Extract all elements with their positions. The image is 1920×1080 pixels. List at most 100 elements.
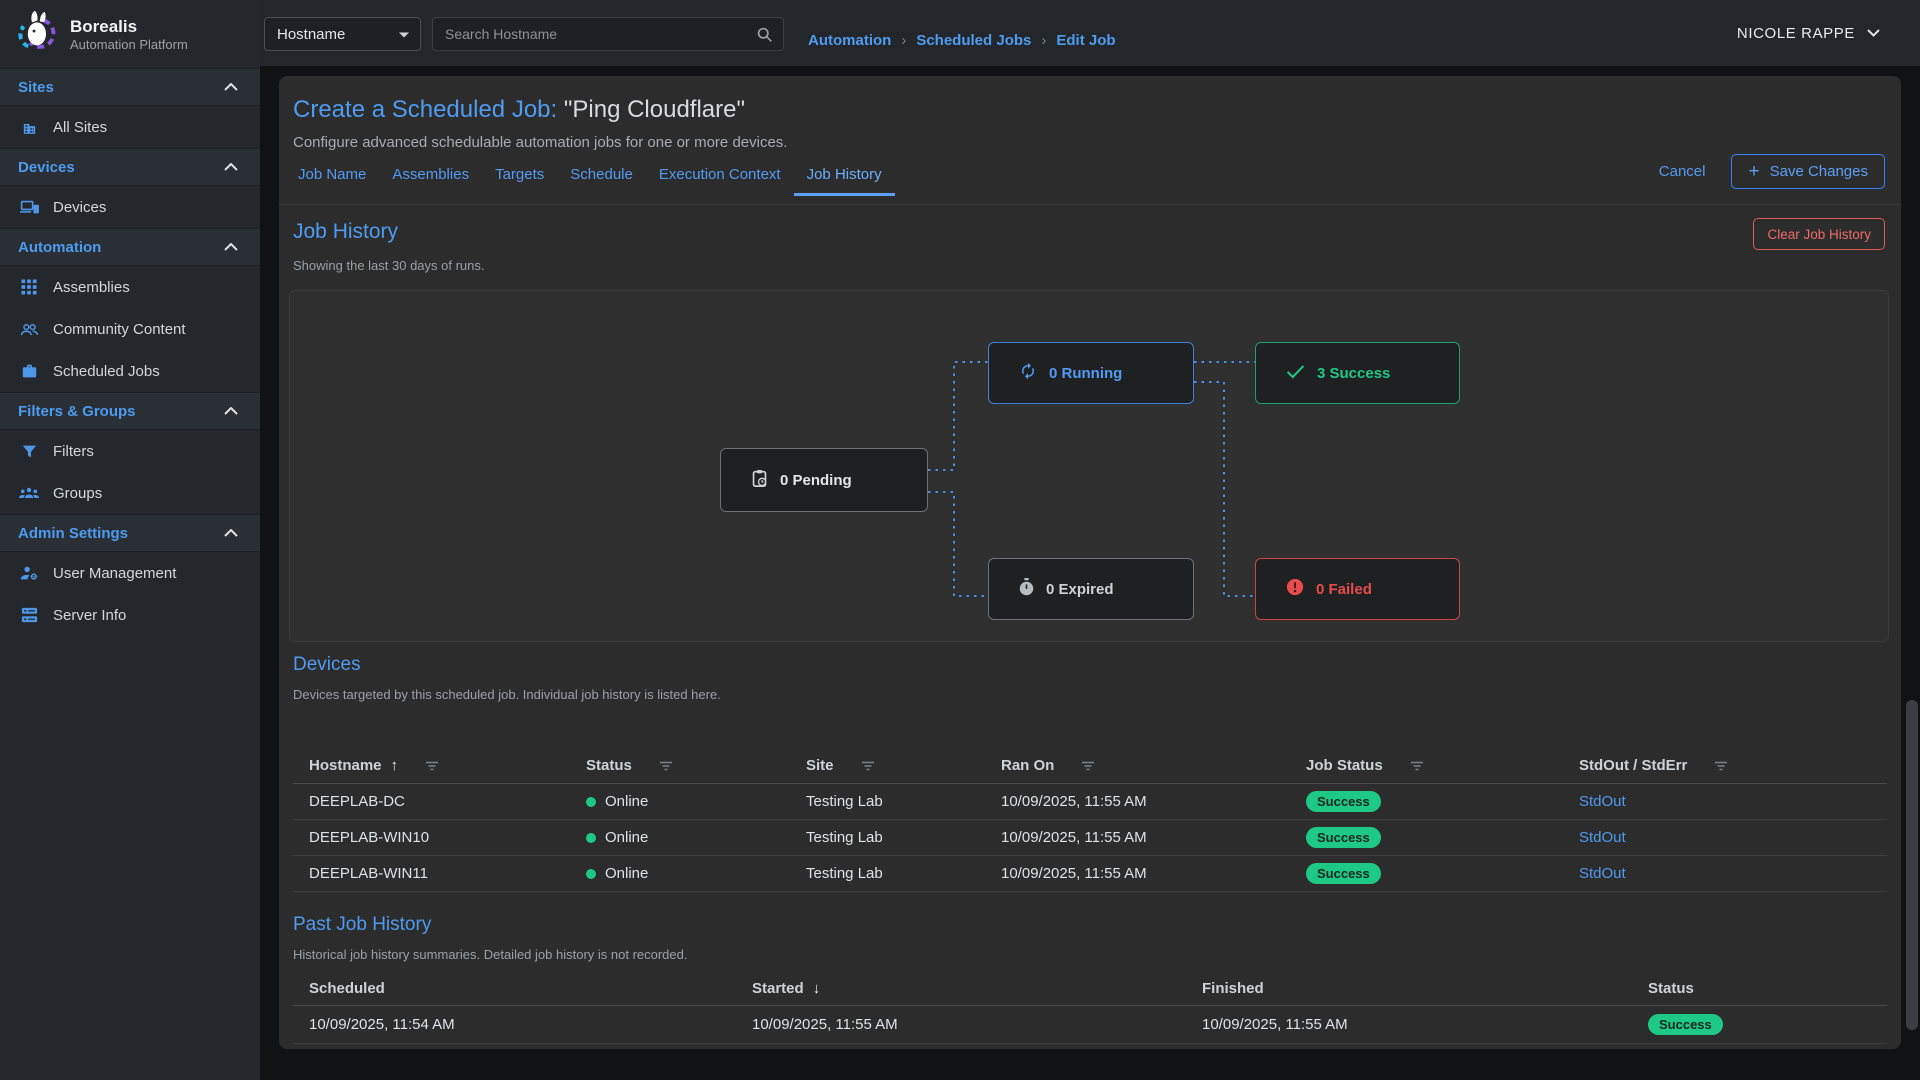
hostname-cell: DEEPLAB-DC [293, 793, 570, 810]
past-table-header: Scheduled Started ↓ Finished Status [293, 972, 1887, 1006]
devices-table: Hostname ↑ Status Site Ran On Job [293, 748, 1887, 892]
sidebar-item-label: Server Info [53, 607, 126, 624]
filter-icon[interactable] [861, 761, 875, 771]
sidebar-section-sites[interactable]: Sites [0, 68, 260, 106]
filter-icon[interactable] [1081, 761, 1095, 771]
breadcrumb-scheduled-jobs[interactable]: Scheduled Jobs [916, 32, 1031, 49]
stdout-link[interactable]: StdOut [1579, 793, 1626, 810]
tab-schedule[interactable]: Schedule [557, 160, 646, 196]
section-label: Admin Settings [18, 525, 128, 542]
table-row[interactable]: DEEPLAB-WIN10 Online Testing Lab 10/09/2… [293, 820, 1887, 856]
column-header-status[interactable]: Status [570, 757, 790, 774]
tab-job-name[interactable]: Job Name [285, 160, 379, 196]
cancel-button[interactable]: Cancel [1659, 163, 1706, 180]
sidebar-item-devices[interactable]: Devices [0, 186, 260, 228]
filter-icon[interactable] [1714, 761, 1728, 771]
flow-node-pending[interactable]: 0 Pending [720, 448, 928, 512]
sidebar-section-automation[interactable]: Automation [0, 228, 260, 266]
table-row[interactable]: DEEPLAB-WIN11 Online Testing Lab 10/09/2… [293, 856, 1887, 892]
breadcrumb: Automation › Scheduled Jobs › Edit Job [808, 0, 1116, 66]
page-title: Create a Scheduled Job: "Ping Cloudflare… [293, 96, 745, 124]
flow-node-expired[interactable]: 0 Expired [988, 558, 1194, 620]
column-header-ran-on[interactable]: Ran On [985, 757, 1290, 774]
column-header-hostname[interactable]: Hostname ↑ [293, 757, 570, 774]
job-status-cell: Success [1290, 791, 1563, 812]
column-label: Finished [1202, 980, 1264, 997]
sidebar-item-server-info[interactable]: Server Info [0, 594, 260, 636]
caret-down-icon [398, 26, 410, 43]
stdout-link[interactable]: StdOut [1579, 865, 1626, 882]
hostname-cell: DEEPLAB-WIN11 [293, 865, 570, 882]
sidebar-section-devices[interactable]: Devices [0, 148, 260, 186]
tab-bar: Job Name Assemblies Targets Schedule Exe… [285, 160, 895, 196]
flow-running-label: 0 Running [1049, 365, 1122, 382]
clear-job-history-button[interactable]: Clear Job History [1753, 218, 1885, 250]
tab-assemblies[interactable]: Assemblies [379, 160, 482, 196]
sidebar-item-label: All Sites [53, 119, 107, 136]
chevron-up-icon [224, 238, 238, 256]
flow-node-success[interactable]: 3 Success [1255, 342, 1460, 404]
sidebar-item-label: User Management [53, 565, 176, 582]
pending-clipboard-icon [751, 469, 768, 492]
online-dot-icon [586, 797, 596, 807]
column-header-scheduled[interactable]: Scheduled [293, 980, 736, 997]
filter-icon[interactable] [425, 761, 439, 771]
tab-targets[interactable]: Targets [482, 160, 557, 196]
sort-desc-icon[interactable]: ↓ [813, 980, 821, 997]
save-changes-button[interactable]: + Save Changes [1731, 154, 1885, 189]
job-status-flow-diagram: 0 Pending 0 Running 3 Success 0 Expired [289, 290, 1889, 642]
scheduled-cell: 10/09/2025, 11:54 AM [293, 1016, 736, 1033]
search-icon[interactable] [756, 26, 773, 43]
tab-job-history[interactable]: Job History [794, 160, 895, 196]
sort-asc-icon[interactable]: ↑ [391, 757, 399, 774]
form-actions: Cancel + Save Changes [1659, 154, 1885, 189]
sidebar-section-filters-groups[interactable]: Filters & Groups [0, 392, 260, 430]
flow-node-failed[interactable]: 0 Failed [1255, 558, 1460, 620]
devices-table-header: Hostname ↑ Status Site Ran On Job [293, 748, 1887, 784]
online-dot-icon [586, 833, 596, 843]
column-header-status[interactable]: Status [1632, 980, 1887, 997]
ran-on-cell: 10/09/2025, 11:55 AM [985, 865, 1290, 882]
content-card: Create a Scheduled Job: "Ping Cloudflare… [279, 76, 1901, 1049]
hostname-select[interactable]: Hostname [264, 17, 421, 51]
status-badge: Success [1306, 827, 1381, 848]
column-header-stdout-stderr[interactable]: StdOut / StdErr [1563, 757, 1887, 774]
filter-icon[interactable] [1410, 761, 1424, 771]
started-cell: 10/09/2025, 11:55 AM [736, 1016, 1186, 1033]
failed-exclamation-icon [1286, 578, 1304, 600]
column-label: Started [752, 980, 804, 997]
chevron-up-icon [224, 402, 238, 420]
breadcrumb-automation[interactable]: Automation [808, 32, 891, 49]
sidebar-item-all-sites[interactable]: All Sites [0, 106, 260, 148]
plus-icon: + [1748, 164, 1759, 179]
sidebar-item-community-content[interactable]: Community Content [0, 308, 260, 350]
flow-failed-label: 0 Failed [1316, 581, 1372, 598]
stdout-link[interactable]: StdOut [1579, 829, 1626, 846]
column-header-site[interactable]: Site [790, 757, 985, 774]
filter-icon[interactable] [659, 761, 673, 771]
breadcrumb-edit-job[interactable]: Edit Job [1056, 32, 1115, 49]
column-header-finished[interactable]: Finished [1186, 980, 1632, 997]
sidebar-item-user-management[interactable]: User Management [0, 552, 260, 594]
sidebar-item-scheduled-jobs[interactable]: Scheduled Jobs [0, 350, 260, 392]
stdout-cell: StdOut [1563, 793, 1887, 810]
tab-execution-context[interactable]: Execution Context [646, 160, 794, 196]
search-input[interactable] [433, 26, 756, 42]
sidebar-item-groups[interactable]: Groups [0, 472, 260, 514]
page-scrollbar[interactable] [1906, 700, 1918, 1030]
table-row[interactable]: DEEPLAB-DC Online Testing Lab 10/09/2025… [293, 784, 1887, 820]
chevron-up-icon [224, 524, 238, 542]
column-label: Status [1648, 980, 1694, 997]
sidebar-item-filters[interactable]: Filters [0, 430, 260, 472]
sidebar-section-admin-settings[interactable]: Admin Settings [0, 514, 260, 552]
flow-node-running[interactable]: 0 Running [988, 342, 1194, 404]
column-header-job-status[interactable]: Job Status [1290, 757, 1563, 774]
stdout-cell: StdOut [1563, 829, 1887, 846]
table-row[interactable]: 10/09/2025, 11:54 AM 10/09/2025, 11:55 A… [293, 1006, 1887, 1044]
sidebar-item-assemblies[interactable]: Assemblies [0, 266, 260, 308]
expired-stopwatch-icon [1019, 578, 1034, 600]
user-menu[interactable]: NICOLE RAPPE [1737, 0, 1880, 66]
job-status-cell: Success [1290, 827, 1563, 848]
column-label: Ran On [1001, 757, 1054, 774]
column-header-started[interactable]: Started ↓ [736, 980, 1186, 997]
